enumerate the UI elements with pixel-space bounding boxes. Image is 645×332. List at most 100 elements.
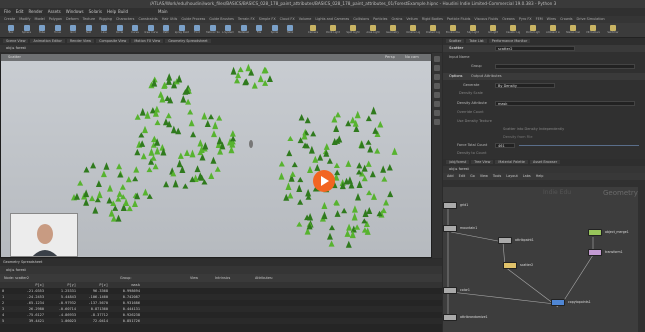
light-tool-volume-light[interactable]: Volume Light bbox=[406, 25, 420, 36]
shelf-tool-path[interactable]: Path bbox=[159, 25, 173, 36]
network-tab-2[interactable]: Material Palette bbox=[495, 160, 529, 164]
path-context[interactable]: obj bbox=[6, 268, 11, 272]
viewport-tab-5[interactable]: Geometry Spreadsheet bbox=[165, 39, 211, 43]
network-tab-0[interactable]: /obj/forest bbox=[446, 160, 470, 164]
shelf-tab-25[interactable]: Pyro FX bbox=[519, 17, 532, 21]
node-mountain1[interactable] bbox=[443, 225, 457, 232]
menu-solaris[interactable]: Solaris bbox=[89, 9, 102, 14]
path-node[interactable]: forest bbox=[16, 46, 26, 50]
group-field[interactable] bbox=[495, 64, 635, 69]
path-node[interactable]: forest bbox=[16, 268, 26, 272]
shelf-tab-3[interactable]: Polygon bbox=[49, 17, 62, 21]
light-tool-geometry-light[interactable]: Geometry Light bbox=[386, 25, 400, 36]
light-tool-camera[interactable]: Camera bbox=[306, 25, 320, 36]
persp-menu[interactable]: Persp bbox=[385, 53, 395, 61]
menu-file[interactable]: File bbox=[4, 9, 11, 14]
shelf-tab-12[interactable]: Terrain FX bbox=[238, 17, 255, 21]
shelf-tab-8[interactable]: Constraints bbox=[138, 17, 157, 21]
camera-menu[interactable]: No cam bbox=[405, 53, 419, 61]
shelf-tab-4[interactable]: Deform bbox=[66, 17, 79, 21]
shelf-tab-15[interactable]: Volume bbox=[299, 17, 312, 21]
shelf-tab-11[interactable]: Guide Brushes bbox=[209, 17, 234, 21]
params-tab-2[interactable]: Performance Monitor bbox=[488, 39, 531, 43]
node-attribpaint1[interactable] bbox=[498, 237, 512, 244]
viewport-tab-2[interactable]: Render View bbox=[66, 39, 95, 43]
network-menu-edit[interactable]: Edit bbox=[459, 174, 466, 178]
node-color1[interactable] bbox=[443, 287, 457, 294]
shelf-tab-21[interactable]: Rigid Bodies bbox=[422, 17, 443, 21]
light-tool-area-light[interactable]: Area Light bbox=[366, 25, 380, 36]
light-tool-distant-light[interactable]: Distant Light bbox=[426, 25, 440, 36]
shelf-tool-tube[interactable]: Tube bbox=[35, 25, 49, 36]
shelf-tab-18[interactable]: Particles bbox=[373, 17, 387, 21]
network-menu-help[interactable]: Help bbox=[536, 174, 544, 178]
shelf-tab-5[interactable]: Texture bbox=[83, 17, 95, 21]
shelf-tool-line[interactable]: Line bbox=[97, 25, 111, 36]
shelf-tab-28[interactable]: Crowds bbox=[560, 17, 572, 21]
grid-icon[interactable] bbox=[434, 110, 440, 116]
wireframe-icon[interactable] bbox=[434, 65, 440, 71]
node-transform1[interactable] bbox=[588, 249, 602, 256]
shelf-tool-draw-curve[interactable]: Draw Curve bbox=[144, 25, 158, 36]
shelf-tab-2[interactable]: Model bbox=[35, 17, 45, 21]
generate-menu[interactable]: By Density bbox=[495, 83, 555, 88]
shelf-tool-spray-paint[interactable]: Spray Paint bbox=[175, 25, 189, 36]
menu-help[interactable]: Help bbox=[107, 9, 116, 14]
menu-assets[interactable]: Assets bbox=[48, 9, 61, 14]
path-node[interactable]: forest bbox=[459, 167, 469, 171]
light-tool-stereo-camera[interactable]: Stereo Camera bbox=[566, 25, 580, 36]
density-attribute-field[interactable]: mask bbox=[495, 101, 635, 106]
light-tool-sky-light[interactable]: Sky Light bbox=[466, 25, 480, 36]
shelf-tab-9[interactable]: Hair Utils bbox=[162, 17, 178, 21]
node-copytopoints1[interactable] bbox=[551, 299, 565, 306]
desktop-menu[interactable]: Main bbox=[158, 8, 168, 16]
ghost-icon[interactable] bbox=[434, 83, 440, 89]
shelf-tool-spiral[interactable]: Spiral bbox=[268, 25, 282, 36]
network-menu-go[interactable]: Go bbox=[470, 174, 475, 178]
shelf-tool-null[interactable]: Null bbox=[82, 25, 96, 36]
shelf-tool-box[interactable]: Box bbox=[4, 25, 18, 36]
shelf-tab-23[interactable]: Viscous Fluids bbox=[474, 17, 498, 21]
light-tool-spot-light[interactable]: Spot Light bbox=[346, 25, 360, 36]
build-menu[interactable]: Build bbox=[118, 8, 128, 16]
shelf-tab-27[interactable]: Wires bbox=[547, 17, 556, 21]
shelf-tab-14[interactable]: Cloud FX bbox=[280, 17, 295, 21]
shelf-tool-sphere[interactable]: Sphere bbox=[20, 25, 34, 36]
viewport-tab-1[interactable]: Animation Editor bbox=[30, 39, 65, 43]
shelf-tool-helix[interactable]: Helix bbox=[283, 25, 297, 36]
display-icon[interactable] bbox=[434, 56, 440, 62]
shaded-icon[interactable] bbox=[434, 74, 440, 80]
shelf-tool-torus[interactable]: Torus bbox=[51, 25, 65, 36]
shelf-tab-29[interactable]: Drive Simulation bbox=[577, 17, 605, 21]
node-attribrandomize1[interactable] bbox=[443, 314, 457, 321]
network-menu-tools[interactable]: Tools bbox=[493, 174, 501, 178]
node-scatter2[interactable] bbox=[503, 262, 517, 269]
node-name-field[interactable]: scatter2 bbox=[495, 46, 575, 51]
shelf-tab-24[interactable]: Oceans bbox=[502, 17, 515, 21]
light-tool-environment-light[interactable]: Environment Light bbox=[446, 25, 460, 36]
shelf-tab-13[interactable]: Simple FX bbox=[259, 17, 276, 21]
shelf-tool-circle[interactable]: Circle bbox=[113, 25, 127, 36]
light-tool-ambient-light[interactable]: Ambient Light bbox=[546, 25, 560, 36]
view-menu[interactable]: View bbox=[190, 274, 198, 282]
shelf-tab-6[interactable]: Rigging bbox=[99, 17, 112, 21]
scatter-independent-label[interactable]: Scatter into Density Independently bbox=[503, 126, 603, 133]
light-tool-vr-camera[interactable]: VR Camera bbox=[586, 25, 600, 36]
points-icon[interactable] bbox=[434, 92, 440, 98]
light-tool-gi-light[interactable]: GI Light bbox=[486, 25, 500, 36]
camera-icon[interactable] bbox=[434, 119, 440, 125]
shelf-tool-font[interactable]: Font bbox=[190, 25, 204, 36]
network-menu-view[interactable]: View bbox=[480, 174, 488, 178]
shelf-tab-17[interactable]: Collisions bbox=[353, 17, 369, 21]
menu-windows[interactable]: Windows bbox=[66, 9, 84, 14]
shelf-tool-l-system[interactable]: L-System bbox=[221, 25, 235, 36]
light-tool-portal-light[interactable]: Portal Light bbox=[526, 25, 540, 36]
shelf-tab-7[interactable]: Characters bbox=[116, 17, 135, 21]
menu-edit[interactable]: Edit bbox=[16, 9, 24, 14]
shelf-tab-26[interactable]: FEM bbox=[536, 17, 543, 21]
tab-geometry-spreadsheet[interactable]: Geometry Spreadsheet bbox=[3, 260, 42, 264]
network-tab-3[interactable]: Asset Browser bbox=[530, 160, 561, 164]
shelf-tool-platonic-solids[interactable]: Platonic Solids bbox=[206, 25, 220, 36]
path-context[interactable]: obj bbox=[449, 167, 454, 171]
shelf-tool-metaball[interactable]: Metaball bbox=[237, 25, 251, 36]
